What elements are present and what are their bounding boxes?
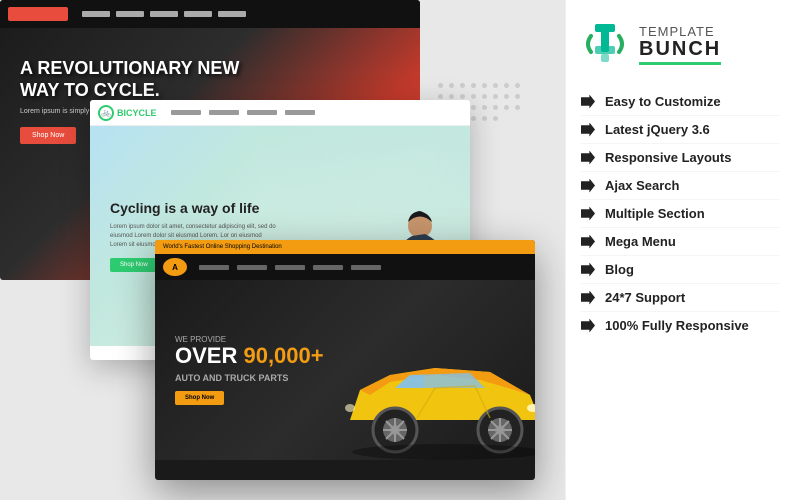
car-illustration — [335, 330, 535, 460]
feature-arrow-multiple-section — [581, 207, 595, 221]
screenshot2-logo: 🚲 BICYCLE — [98, 105, 157, 121]
screenshots-panel: A REVOLUTIONARY NEWWAY TO CYCLE. Lorem i… — [0, 0, 565, 500]
screenshot3-topbar: World's Fastest Online Shopping Destinat… — [155, 240, 535, 254]
screenshot3-topbar-text: World's Fastest Online Shopping Destinat… — [163, 244, 282, 250]
feature-item-easy-customize: Easy to Customize — [581, 88, 780, 116]
screenshot3-hero: WE PROVIDE OVER 90,000+ AUTO AND TRUCK P… — [155, 280, 535, 460]
screenshot2-nav — [171, 110, 315, 115]
brand-bunch-label: BUNCH — [639, 39, 721, 59]
feature-text-responsive-layouts: Responsive Layouts — [605, 150, 731, 165]
feature-item-responsive-layouts: Responsive Layouts — [581, 144, 780, 172]
s3-nav-3 — [275, 265, 305, 270]
features-panel: template BUNCH Easy to Customize Latest … — [565, 0, 800, 500]
s3-nav-2 — [237, 265, 267, 270]
feature-item-fully-responsive: 100% Fully Responsive — [581, 312, 780, 339]
feature-item-blog: Blog — [581, 256, 780, 284]
screenshot3-main-title: OVER 90,000+ — [175, 344, 325, 368]
screenshot2-navbar: 🚲 BICYCLE — [90, 100, 470, 126]
feature-text-ajax-search: Ajax Search — [605, 178, 679, 193]
feature-text-blog: Blog — [605, 262, 634, 277]
feature-item-ajax-search: Ajax Search — [581, 172, 780, 200]
feature-text-latest-jquery: Latest jQuery 3.6 — [605, 122, 710, 137]
brand-text-group: template BUNCH — [639, 24, 721, 65]
feature-arrow-blog — [581, 263, 595, 277]
feature-arrow-support-247 — [581, 291, 595, 305]
screenshot3-nav — [199, 265, 381, 270]
s3-nav-5 — [351, 265, 381, 270]
screenshot2-cta[interactable]: Shop Now — [110, 258, 158, 272]
screenshot-auto: World's Fastest Online Shopping Destinat… — [155, 240, 535, 480]
feature-text-easy-customize: Easy to Customize — [605, 94, 721, 109]
nav-item-4 — [184, 11, 212, 17]
brand-template-label: template — [639, 24, 721, 39]
screenshot1-logo — [8, 7, 68, 21]
screenshot3-sub-title: AUTO AND TRUCK PARTS — [175, 373, 325, 383]
features-list: Easy to Customize Latest jQuery 3.6 Resp… — [581, 88, 780, 480]
s2-nav-2 — [209, 110, 239, 115]
feature-item-support-247: 24*7 Support — [581, 284, 780, 312]
feature-item-latest-jquery: Latest jQuery 3.6 — [581, 116, 780, 144]
s3-nav-1 — [199, 265, 229, 270]
s2-nav-4 — [285, 110, 315, 115]
screenshot3-hero-text: WE PROVIDE OVER 90,000+ AUTO AND TRUCK P… — [155, 320, 345, 419]
s2-nav-1 — [171, 110, 201, 115]
nav-item-3 — [150, 11, 178, 17]
screenshot1-navbar — [0, 0, 420, 28]
s3-nav-4 — [313, 265, 343, 270]
screenshot3-logo: A — [163, 258, 187, 276]
feature-arrow-easy-customize — [581, 95, 595, 109]
screenshot2-hero-title: Cycling is a way of life — [110, 200, 279, 217]
feature-text-fully-responsive: 100% Fully Responsive — [605, 318, 749, 333]
nav-item-2 — [116, 11, 144, 17]
screenshot3-navbar: A — [155, 254, 535, 280]
screenshot3-cta[interactable]: Shop Now — [175, 391, 224, 405]
templatebunch-logo-icon — [581, 20, 629, 68]
nav-item-5 — [218, 11, 246, 17]
feature-item-mega-menu: Mega Menu — [581, 228, 780, 256]
feature-text-support-247: 24*7 Support — [605, 290, 685, 305]
feature-item-multiple-section: Multiple Section — [581, 200, 780, 228]
feature-arrow-ajax-search — [581, 179, 595, 193]
feature-arrow-latest-jquery — [581, 123, 595, 137]
feature-text-mega-menu: Mega Menu — [605, 234, 676, 249]
feature-text-multiple-section: Multiple Section — [605, 206, 705, 221]
brand-logo-area: template BUNCH — [581, 20, 780, 68]
nav-item-1 — [82, 11, 110, 17]
screenshot1-cta[interactable]: Shop Now — [20, 127, 76, 144]
screenshot1-nav-items — [82, 11, 246, 17]
screenshot2-logo-text: BICYCLE — [117, 108, 157, 118]
brand-underline — [639, 62, 721, 65]
feature-arrow-responsive-layouts — [581, 151, 595, 165]
s2-nav-3 — [247, 110, 277, 115]
feature-arrow-fully-responsive — [581, 319, 595, 333]
feature-arrow-mega-menu — [581, 235, 595, 249]
